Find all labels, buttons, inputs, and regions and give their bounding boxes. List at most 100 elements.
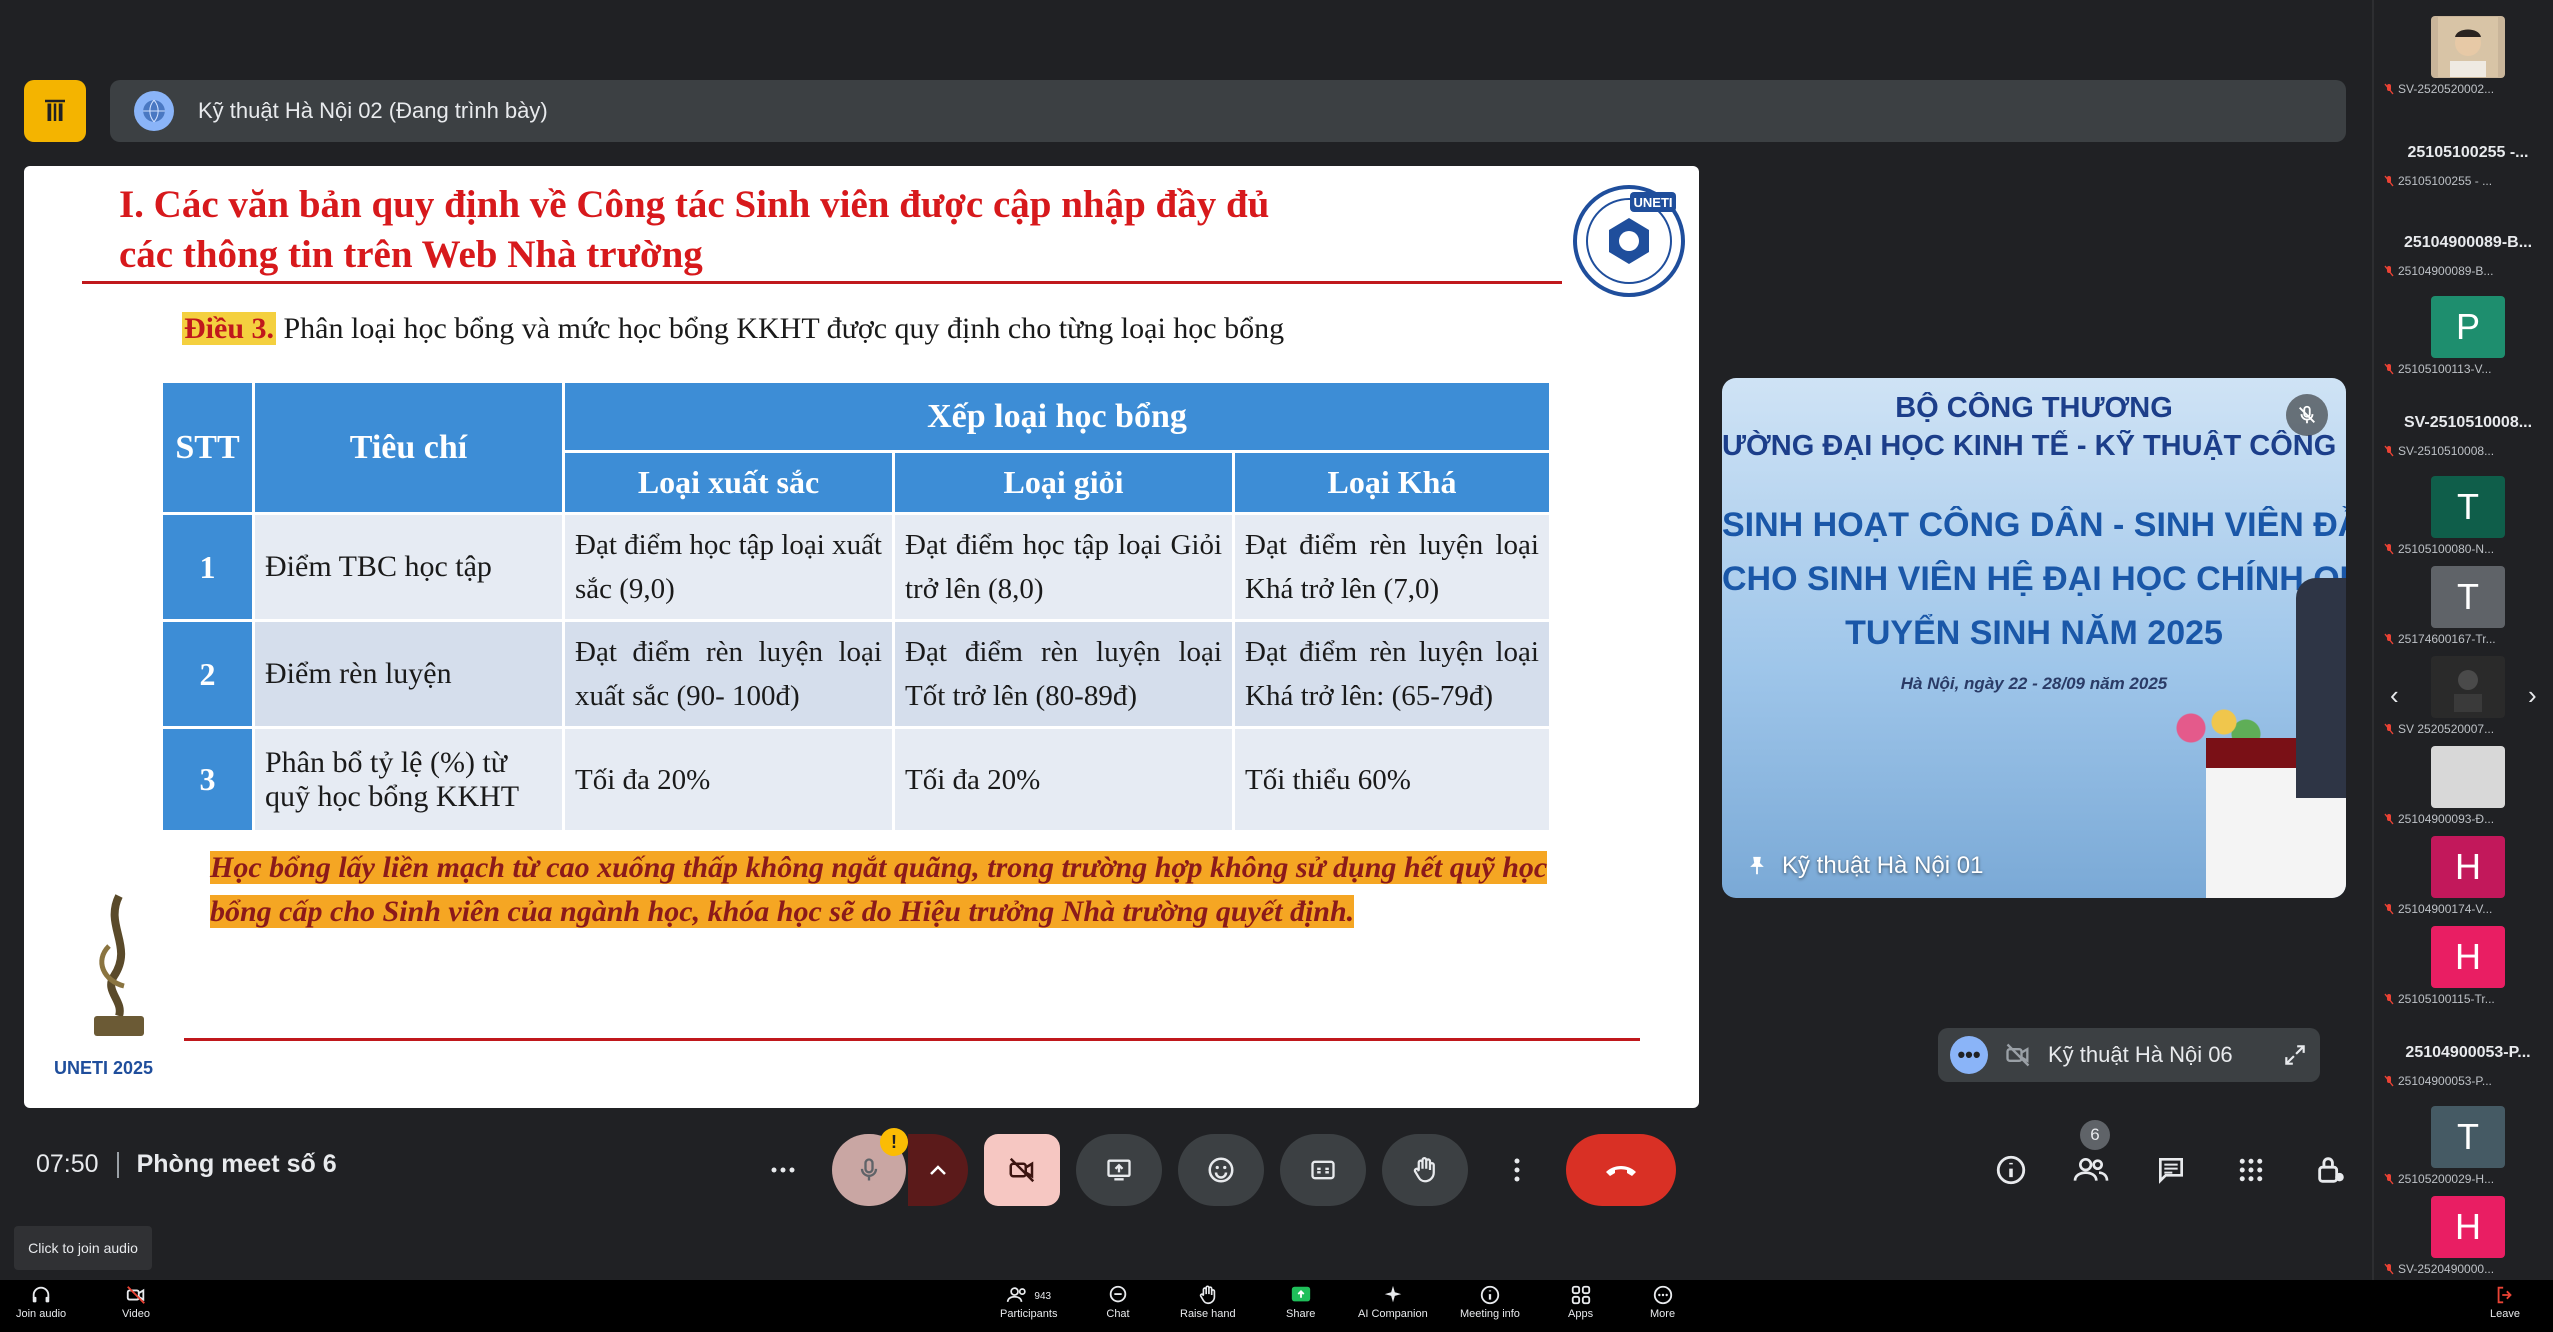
mic-muted-icon	[2384, 265, 2394, 277]
mic-warning-badge: !	[880, 1128, 908, 1156]
banner-line4: CHO SINH VIÊN HỆ ĐẠI HỌC CHÍNH QUY K	[1722, 560, 2346, 598]
more-vertical-icon	[1514, 1158, 1520, 1182]
row-excellent: Đạt điểm học tập loại xuất sắc (9,0)	[562, 512, 895, 622]
participants-icon	[1007, 1287, 1027, 1302]
activities-button[interactable]	[24, 80, 86, 142]
participant-tile[interactable]: T 25105100080-N...	[2384, 476, 2552, 556]
hang-up-icon	[1606, 1166, 1636, 1176]
info-icon	[1480, 1285, 1500, 1305]
more-dots-icon[interactable]: •••	[1950, 1036, 1988, 1074]
mic-muted-icon	[2384, 903, 2394, 915]
present-button[interactable]	[1076, 1134, 1162, 1206]
col-group: Xếp loại học bổng	[562, 380, 1552, 453]
mic-muted-icon	[2384, 993, 2394, 1005]
video-button[interactable]: Video	[122, 1284, 150, 1320]
mic-off-indicator	[2286, 394, 2328, 436]
participant-avatar: H	[2431, 1196, 2505, 1258]
participant-label: 25104900093-Đ...	[2384, 812, 2552, 826]
row-good: Đạt điểm rèn luyện loại Tốt trở lên (80-…	[892, 619, 1235, 729]
host-controls-button[interactable]	[2310, 1142, 2352, 1198]
chat-bubble-icon	[1109, 1285, 1127, 1303]
headphones-icon	[32, 1286, 50, 1303]
share-button[interactable]: Share	[1286, 1284, 1315, 1320]
presenter-name: Kỹ thuật Hà Nội 02 (Đang trình bày)	[198, 98, 548, 123]
participants-button[interactable]: 943 Participants	[1000, 1284, 1057, 1320]
emoji-button[interactable]	[1178, 1134, 1264, 1206]
banner-line2: ƯỜNG ĐẠI HỌC KINH TẾ - KỸ THUẬT CÔNG NG	[1722, 430, 2346, 462]
chat-toolbar-button[interactable]: Chat	[1106, 1284, 1130, 1320]
participant-name: 25104900089-B...	[2403, 234, 2533, 251]
audio-options-button[interactable]	[908, 1134, 968, 1206]
chevron-right-icon[interactable]: ›	[2528, 680, 2537, 711]
more-reactions-button[interactable]	[750, 1134, 816, 1206]
slide-title-line2: các thông tin trên Web Nhà trường	[119, 233, 703, 276]
participant-label: 25104900089-B...	[2384, 264, 2552, 278]
participant-label: 25105200029-H...	[2384, 1172, 2552, 1186]
chevron-left-icon[interactable]: ‹	[2390, 680, 2399, 711]
chat-button[interactable]	[2150, 1142, 2192, 1198]
raise-hand-toolbar-button[interactable]: Raise hand	[1180, 1284, 1236, 1320]
row-stt: 2	[160, 619, 255, 729]
title-divider	[82, 281, 1562, 284]
raise-hand-button[interactable]	[1382, 1134, 1468, 1206]
participant-avatar: T	[2431, 1106, 2505, 1168]
logo-text: UNETI	[1634, 195, 1673, 210]
participant-tile[interactable]: 25104900053-P... 25104900053-P...	[2384, 1044, 2552, 1088]
mic-muted-icon	[2384, 813, 2394, 825]
participant-tile[interactable]: H 25105100115-Tr...	[2384, 926, 2552, 1006]
participant-label: 25105100255 - ...	[2384, 174, 2552, 188]
expand-icon[interactable]	[2282, 1042, 2308, 1068]
participant-tile[interactable]: H 25104900174-V...	[2384, 836, 2552, 916]
share-screen-icon	[1291, 1286, 1310, 1302]
footer-brand: UNETI 2025	[54, 1058, 154, 1078]
participant-photo	[2431, 746, 2505, 808]
mini-tile-name: Kỹ thuật Hà Nội 06	[2048, 1042, 2233, 1067]
participant-tile[interactable]: 25104900089-B... 25104900089-B...	[2384, 234, 2552, 278]
participant-photo	[2431, 656, 2505, 718]
presenter-bar: Kỹ thuật Hà Nội 02 (Đang trình bày)	[110, 80, 2346, 142]
ai-companion-button[interactable]: AI Companion	[1358, 1284, 1428, 1320]
participant-name: SV-2510510008...	[2403, 414, 2533, 431]
leave-button[interactable]: Leave	[2490, 1284, 2520, 1320]
participant-tile[interactable]: SV 2520520007...	[2384, 656, 2552, 736]
footer-divider	[184, 1038, 1640, 1041]
row-fair: Đạt điểm rèn luyện loại Khá trở lên (7,0…	[1232, 512, 1552, 622]
participant-avatar: H	[2431, 926, 2505, 988]
people-count-badge: 6	[2080, 1120, 2110, 1150]
sparkle-icon	[1384, 1285, 1402, 1303]
participant-tile[interactable]: H SV-2520490000...	[2384, 1196, 2552, 1276]
participant-tile[interactable]: SV-2520520002...	[2384, 16, 2552, 96]
participants-sidebar[interactable]: SV-2520520002... 25105100255 -... 251051…	[2372, 0, 2553, 1280]
apps-button[interactable]: Apps	[1568, 1284, 1593, 1320]
info-icon	[1996, 1155, 2026, 1185]
leave-call-button[interactable]	[1566, 1134, 1676, 1206]
emoji-icon	[1208, 1157, 1234, 1183]
chat-icon	[2159, 1158, 2183, 1184]
people-button[interactable]: 6	[2070, 1120, 2112, 1198]
floating-self-tile[interactable]: ••• Kỹ thuật Hà Nội 06	[1938, 1028, 2320, 1082]
meeting-info-button[interactable]: Meeting info	[1460, 1284, 1520, 1320]
participant-tile[interactable]: 25104900093-Đ...	[2384, 746, 2552, 826]
more-button[interactable]: More	[1650, 1284, 1675, 1320]
captions-button[interactable]	[1280, 1134, 1366, 1206]
row-criteria: Phân bổ tỷ lệ (%) từ quỹ học bổng KKHT	[252, 726, 565, 833]
participant-tile[interactable]: T 25105200029-H...	[2384, 1106, 2552, 1186]
activities-grid-button[interactable]	[2230, 1142, 2272, 1198]
participant-tile[interactable]: P 25105100113-V...	[2384, 296, 2552, 376]
banner-line6: Hà Nội, ngày 22 - 28/09 năm 2025	[1900, 674, 2168, 693]
video-tile[interactable]: BỘ CÔNG THƯƠNG ƯỜNG ĐẠI HỌC KINH TẾ - KỸ…	[1722, 378, 2346, 898]
video-tile-label: Kỹ thuật Hà Nội 01	[1746, 852, 1983, 880]
hand-icon	[1413, 1157, 1435, 1183]
camera-button[interactable]	[984, 1134, 1060, 1206]
more-options-button[interactable]	[1484, 1134, 1550, 1206]
participant-tile[interactable]: SV-2510510008... SV-2510510008...	[2384, 414, 2552, 458]
col-fair: Loại Khá	[1232, 450, 1552, 515]
participant-tile[interactable]: 25105100255 -... 25105100255 - ...	[2384, 144, 2552, 188]
lock-person-icon	[2318, 1157, 2344, 1183]
join-audio-button[interactable]: Join audio	[16, 1284, 66, 1320]
globe-icon	[143, 99, 165, 123]
mic-muted-icon	[2384, 445, 2394, 457]
meeting-details-button[interactable]	[1990, 1142, 2032, 1198]
microphone-button[interactable]: !	[832, 1128, 908, 1206]
participant-tile[interactable]: T 25174600167-Tr...	[2384, 566, 2552, 646]
